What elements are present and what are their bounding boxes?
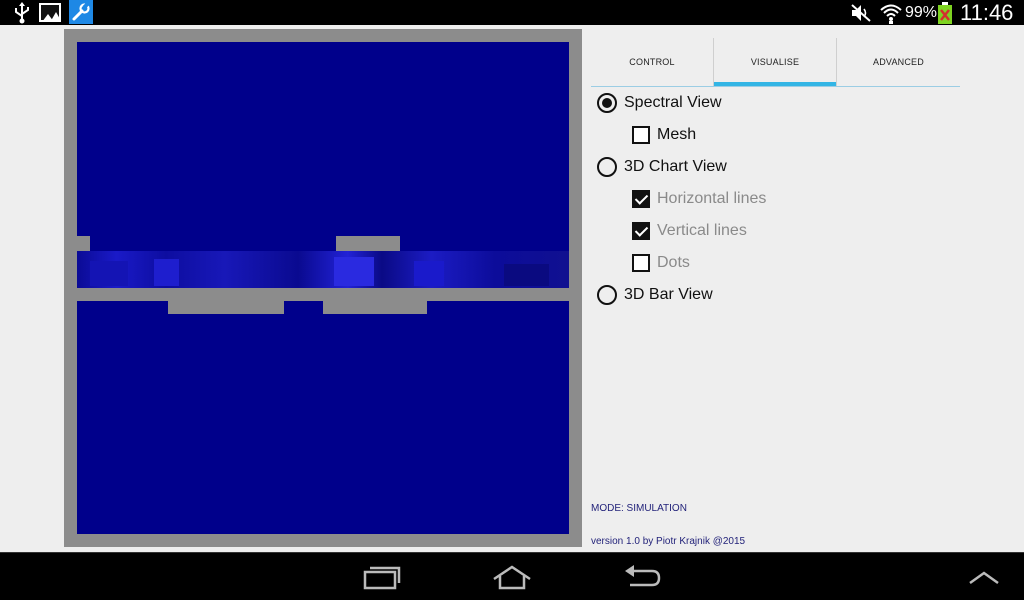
wifi-icon <box>878 0 904 25</box>
dots-option[interactable]: Dots <box>632 250 690 276</box>
band-cell <box>414 261 444 286</box>
vertical-lines-option[interactable]: Vertical lines <box>632 218 747 244</box>
tab-visualise[interactable]: VISUALISE <box>714 38 836 86</box>
battery-icon <box>938 0 952 25</box>
battery-percent: 99% <box>905 4 938 21</box>
recent-apps-icon <box>363 566 401 590</box>
lower-notch-1 <box>168 301 284 314</box>
back-button[interactable] <box>618 561 666 593</box>
horizontal-lines-label: Horizontal lines <box>657 190 767 207</box>
bar-3d-view-radio[interactable] <box>597 285 617 305</box>
bar-3d-view-option[interactable]: 3D Bar View <box>597 282 713 308</box>
lower-field <box>77 301 569 534</box>
upper-field <box>77 42 569 251</box>
spectral-band <box>77 251 569 288</box>
chart-3d-view-radio[interactable] <box>597 157 617 177</box>
spectral-view-radio[interactable] <box>597 93 617 113</box>
home-button[interactable] <box>488 561 536 593</box>
vertical-lines-label: Vertical lines <box>657 222 747 239</box>
mode-status: MODE: SIMULATION <box>591 503 687 514</box>
mute-icon <box>850 0 872 25</box>
mesh-checkbox[interactable] <box>632 126 650 144</box>
navigation-bar <box>0 552 1024 600</box>
wrench-icon <box>69 0 93 24</box>
upper-notch-center <box>336 236 400 251</box>
band-cell <box>334 257 374 286</box>
upper-notch-left <box>77 236 90 251</box>
gallery-icon <box>38 0 62 25</box>
spectral-canvas[interactable] <box>64 29 582 547</box>
band-cell <box>154 259 179 286</box>
mesh-label: Mesh <box>657 126 697 143</box>
home-icon <box>493 565 531 590</box>
version-text: version 1.0 by Piotr Krajnik @2015 <box>591 536 746 547</box>
horizontal-lines-option[interactable]: Horizontal lines <box>632 186 766 212</box>
band-cell <box>90 261 128 286</box>
menu-up-icon <box>969 571 999 585</box>
band-cell <box>504 264 549 286</box>
tab-advanced[interactable]: ADVANCED <box>837 38 960 86</box>
lower-notch-2 <box>323 301 427 314</box>
mesh-option[interactable]: Mesh <box>632 122 696 148</box>
spectral-view[interactable] <box>64 29 582 547</box>
recent-apps-button[interactable] <box>358 561 406 593</box>
chart-3d-view-label: 3D Chart View <box>624 158 727 175</box>
dots-label: Dots <box>657 254 690 271</box>
usb-icon <box>8 0 36 25</box>
bar-3d-view-label: 3D Bar View <box>624 286 713 303</box>
menu-up-button[interactable] <box>960 561 1008 593</box>
lower-divider <box>77 288 569 301</box>
dots-checkbox[interactable] <box>632 254 650 272</box>
clock: 11:46 <box>960 0 1014 25</box>
vertical-lines-checkbox[interactable] <box>632 222 650 240</box>
status-bar: 99% 11:46 <box>0 0 1024 25</box>
tab-control[interactable]: CONTROL <box>591 38 713 86</box>
back-icon <box>625 565 661 587</box>
tab-selected-indicator <box>714 82 836 86</box>
spectral-view-option[interactable]: Spectral View <box>597 90 722 116</box>
tab-bar: CONTROL VISUALISE ADVANCED <box>591 38 960 87</box>
chart-3d-view-option[interactable]: 3D Chart View <box>597 154 727 180</box>
horizontal-lines-checkbox[interactable] <box>632 190 650 208</box>
spectral-view-label: Spectral View <box>624 94 722 111</box>
